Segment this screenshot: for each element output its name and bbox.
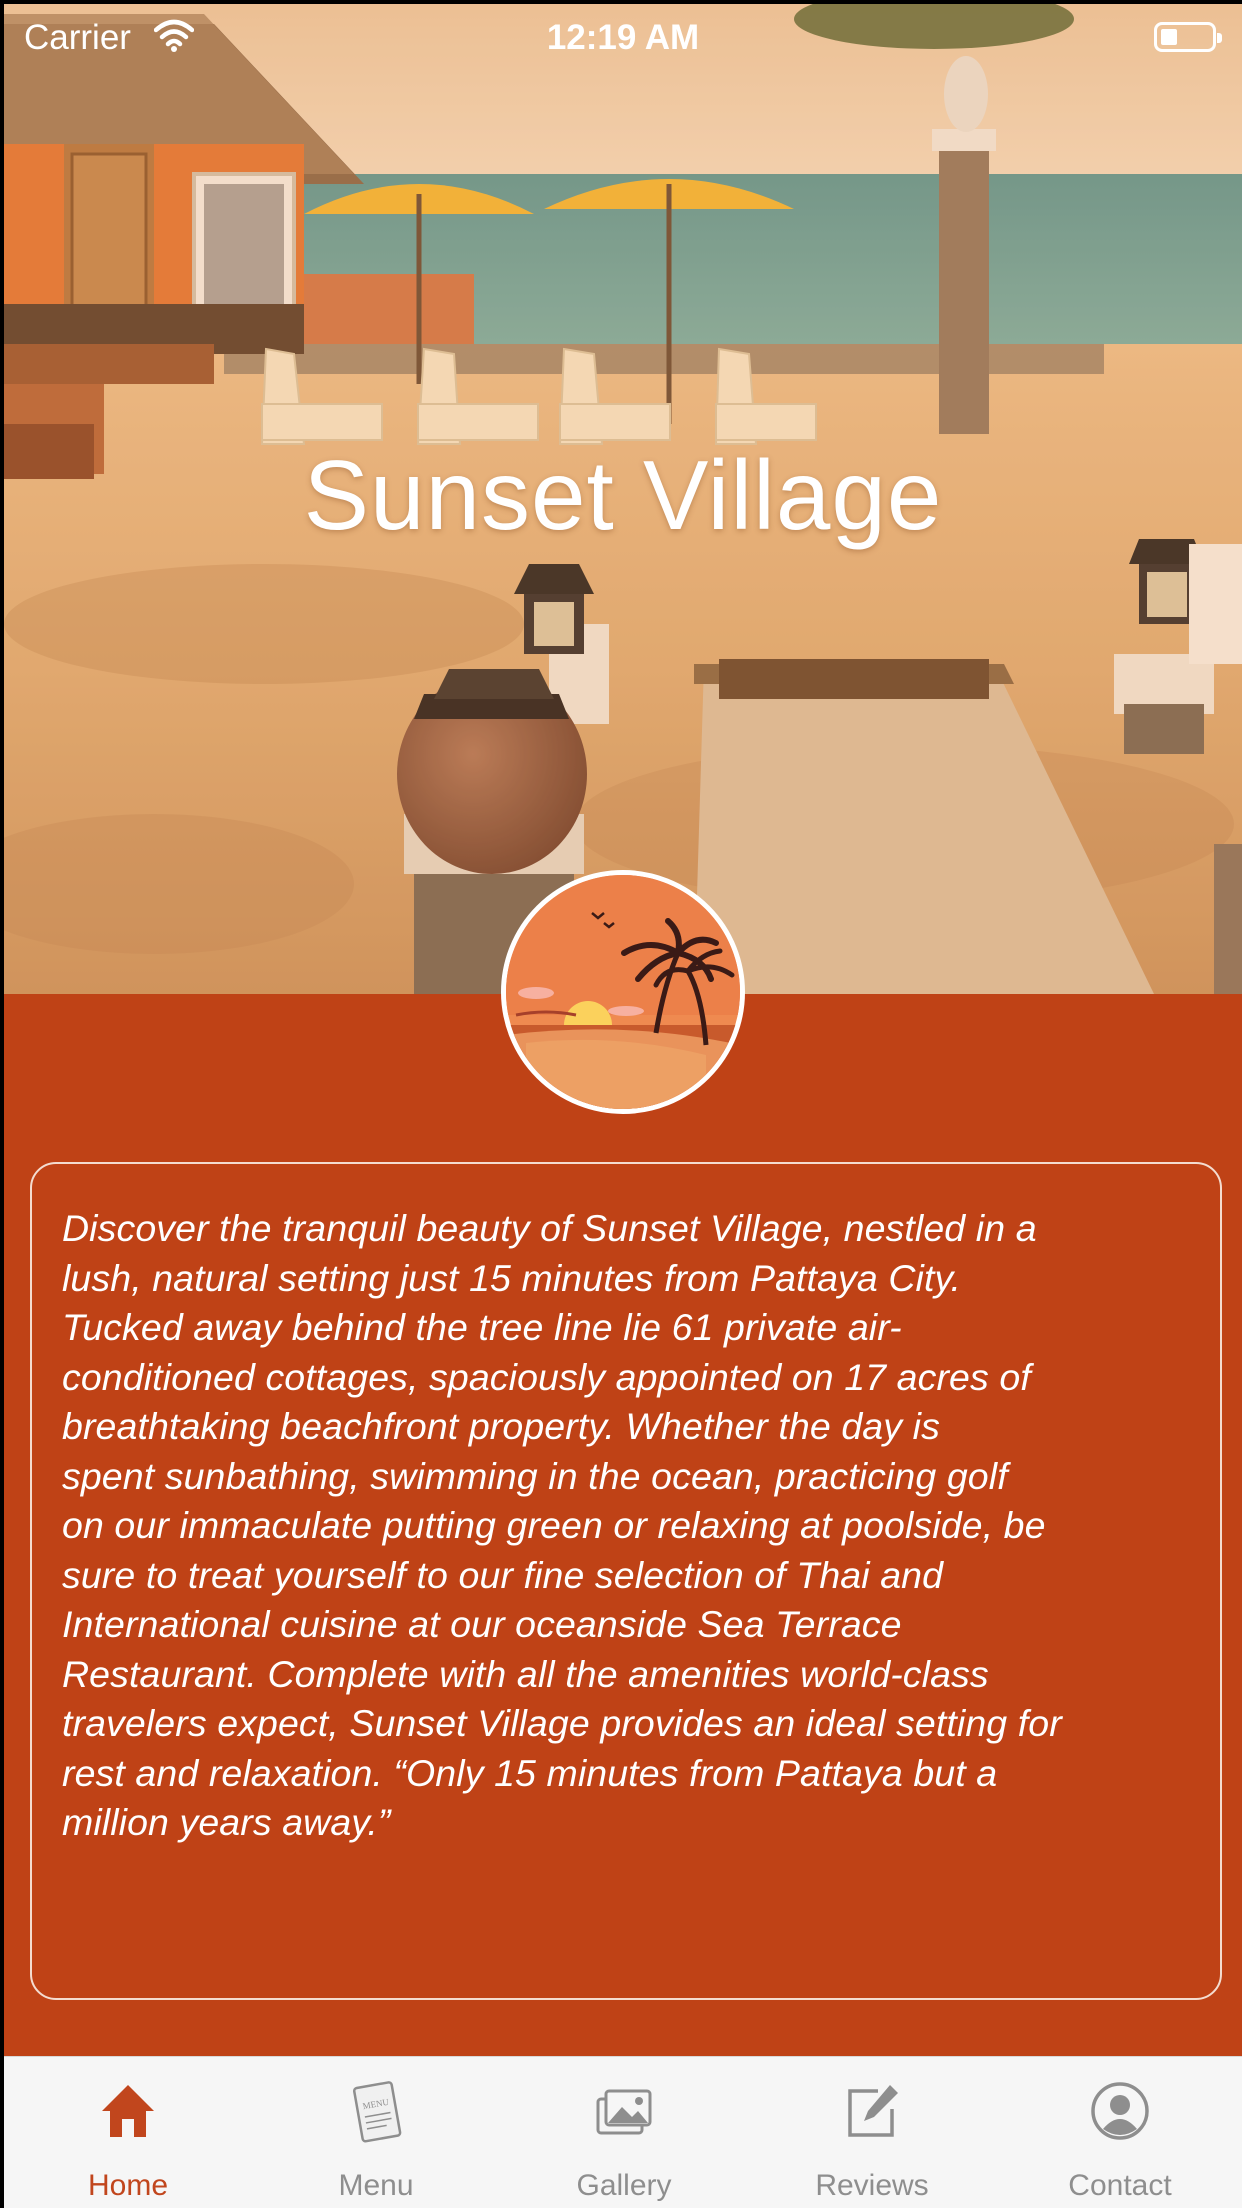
tab-home[interactable]: Home <box>4 2057 252 2208</box>
hero-image: Carrier 12:19 AM Sunset Village <box>4 4 1242 994</box>
edit-icon <box>848 2085 898 2137</box>
description-card: Discover the tranquil beauty of Sunset V… <box>30 1162 1222 2000</box>
tab-contact[interactable]: Contact <box>996 2057 1242 2208</box>
tab-contact-label: Contact <box>1068 2169 1172 2202</box>
tab-reviews-label: Reviews <box>815 2169 929 2202</box>
menu-card-icon: MENU <box>352 2081 402 2143</box>
person-icon <box>1091 2082 1149 2140</box>
clock-time: 12:19 AM <box>546 18 700 57</box>
battery-icon <box>1154 22 1222 52</box>
app-screen: Carrier 12:19 AM Sunset Village Discover… <box>4 4 1242 2208</box>
gallery-icon <box>596 2089 652 2135</box>
tab-gallery[interactable]: Gallery <box>500 2057 748 2208</box>
tab-menu[interactable]: MENU Menu <box>252 2057 500 2208</box>
resort-title: Sunset Village <box>303 440 943 550</box>
tab-home-label: Home <box>87 2169 169 2202</box>
resort-logo <box>501 870 745 1114</box>
home-icon <box>102 2085 154 2137</box>
sunset-palm-logo-icon <box>506 875 740 1109</box>
resort-description: Discover the tranquil beauty of Sunset V… <box>62 1207 1062 1843</box>
tab-bar: Home MENU Menu Gallery Reviews Contact <box>4 2056 1242 2208</box>
tab-reviews[interactable]: Reviews <box>748 2057 996 2208</box>
status-bar: Carrier 12:19 AM <box>4 4 1242 72</box>
tab-gallery-label: Gallery <box>576 2169 672 2202</box>
tab-menu-label: Menu <box>338 2169 414 2202</box>
